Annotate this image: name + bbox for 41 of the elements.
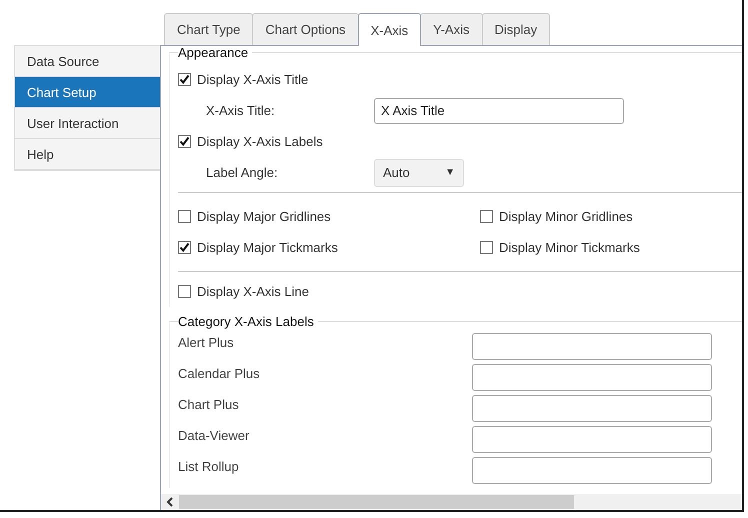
checkbox-label: Display X-Axis Line [197,284,309,299]
tab[interactable]: Chart Type [164,13,254,45]
input-field[interactable] [472,457,712,484]
checkbox[interactable] [178,210,191,223]
field-label: Label Angle: [206,165,279,180]
checkbox-label: Display Major Tickmarks [197,240,338,255]
tab[interactable]: Display [482,13,550,45]
checkbox[interactable] [178,73,191,86]
checkbox-label: Display Minor Tickmarks [499,240,640,255]
input-field[interactable] [472,395,712,422]
horizontal-scrollbar[interactable] [161,494,742,510]
checkbox[interactable] [178,135,191,148]
sidebar-item[interactable]: Chart Setup [15,77,160,108]
section-title: Appearance [178,46,252,60]
checkbox[interactable] [480,210,493,223]
chevron-left-icon[interactable] [166,497,174,507]
input-field[interactable] [472,333,712,360]
checkbox-label: Display X-Axis Title [197,72,308,87]
tab[interactable]: Y-Axis [420,13,482,45]
field-label: Chart Plus [178,396,240,412]
dropdown[interactable]: Auto ▼ [374,158,464,186]
sidebar-item[interactable]: User Interaction [15,108,160,139]
checkbox[interactable] [178,285,191,298]
field-label: Alert Plus [178,334,235,350]
field-label: List Rollup [178,458,240,474]
sidebar-item[interactable]: Help [15,139,160,170]
field-label: X-Axis Title: [206,103,276,118]
field-label: Data-Viewer [178,427,250,443]
checkbox-label: Display Major Gridlines [197,209,331,224]
checkbox[interactable] [178,241,191,254]
sidebar-item[interactable]: Data Source [15,46,160,77]
checkbox[interactable] [480,241,493,254]
input-field[interactable] [472,364,712,391]
section-title: Category X-Axis Labels [178,314,318,329]
tab[interactable]: Chart Options [252,13,359,45]
tab[interactable]: X-Axis [358,13,422,46]
checkbox-label: Display Minor Gridlines [499,209,633,224]
input-field[interactable]: X Axis Title [374,98,624,124]
field-label: Calendar Plus [178,365,261,381]
checkbox-label: Display X-Axis Labels [197,134,323,149]
input-field[interactable] [472,426,712,453]
